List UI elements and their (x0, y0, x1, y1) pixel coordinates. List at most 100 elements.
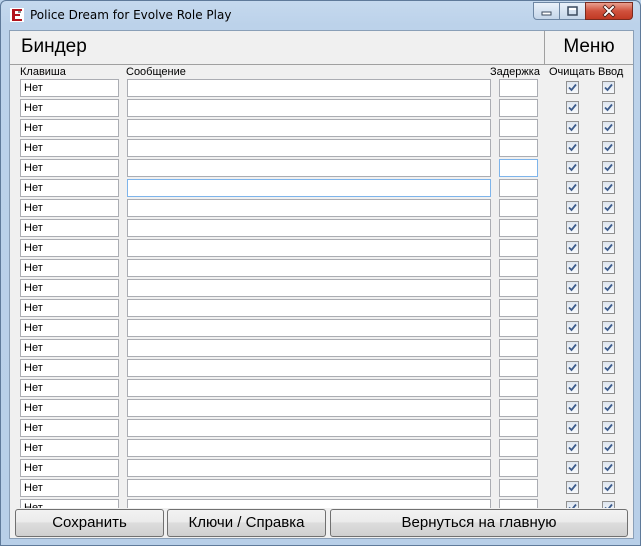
delay-field[interactable] (499, 199, 538, 217)
message-field[interactable] (127, 259, 491, 277)
delay-field[interactable] (499, 359, 538, 377)
minimize-button[interactable] (533, 2, 560, 20)
delay-field[interactable] (499, 299, 538, 317)
clear-checkbox[interactable] (566, 241, 579, 254)
key-field[interactable]: Нет (20, 319, 119, 337)
clear-checkbox[interactable] (566, 361, 579, 374)
enter-checkbox[interactable] (602, 261, 615, 274)
key-field[interactable]: Нет (20, 99, 119, 117)
enter-checkbox[interactable] (602, 241, 615, 254)
key-field[interactable]: Нет (20, 219, 119, 237)
enter-checkbox[interactable] (602, 461, 615, 474)
message-field[interactable] (127, 399, 491, 417)
message-field[interactable] (127, 179, 491, 197)
clear-checkbox[interactable] (566, 421, 579, 434)
enter-checkbox[interactable] (602, 81, 615, 94)
clear-checkbox[interactable] (566, 481, 579, 494)
delay-field[interactable] (499, 499, 538, 508)
enter-checkbox[interactable] (602, 341, 615, 354)
enter-checkbox[interactable] (602, 301, 615, 314)
key-field[interactable]: Нет (20, 459, 119, 477)
delay-field[interactable] (499, 259, 538, 277)
key-field[interactable]: Нет (20, 299, 119, 317)
clear-checkbox[interactable] (566, 501, 579, 508)
key-field[interactable]: Нет (20, 119, 119, 137)
enter-checkbox[interactable] (602, 181, 615, 194)
clear-checkbox[interactable] (566, 441, 579, 454)
delay-field[interactable] (499, 79, 538, 97)
key-field[interactable]: Нет (20, 239, 119, 257)
save-button[interactable]: Сохранить (15, 509, 164, 537)
key-field[interactable]: Нет (20, 259, 119, 277)
key-field[interactable]: Нет (20, 179, 119, 197)
enter-checkbox[interactable] (602, 281, 615, 294)
clear-checkbox[interactable] (566, 321, 579, 334)
message-field[interactable] (127, 299, 491, 317)
key-field[interactable]: Нет (20, 139, 119, 157)
key-field[interactable]: Нет (20, 359, 119, 377)
clear-checkbox[interactable] (566, 181, 579, 194)
clear-checkbox[interactable] (566, 381, 579, 394)
back-to-main-button[interactable]: Вернуться на главную (330, 509, 628, 537)
message-field[interactable] (127, 379, 491, 397)
clear-checkbox[interactable] (566, 341, 579, 354)
enter-checkbox[interactable] (602, 321, 615, 334)
message-field[interactable] (127, 319, 491, 337)
key-field[interactable]: Нет (20, 79, 119, 97)
clear-checkbox[interactable] (566, 201, 579, 214)
delay-field[interactable] (499, 239, 538, 257)
enter-checkbox[interactable] (602, 381, 615, 394)
delay-field[interactable] (499, 319, 538, 337)
delay-field[interactable] (499, 159, 538, 177)
clear-checkbox[interactable] (566, 281, 579, 294)
key-field[interactable]: Нет (20, 339, 119, 357)
message-field[interactable] (127, 459, 491, 477)
delay-field[interactable] (499, 339, 538, 357)
clear-checkbox[interactable] (566, 141, 579, 154)
delay-field[interactable] (499, 439, 538, 457)
enter-checkbox[interactable] (602, 201, 615, 214)
key-field[interactable]: Нет (20, 279, 119, 297)
delay-field[interactable] (499, 99, 538, 117)
delay-field[interactable] (499, 139, 538, 157)
enter-checkbox[interactable] (602, 441, 615, 454)
clear-checkbox[interactable] (566, 401, 579, 414)
key-field[interactable]: Нет (20, 199, 119, 217)
enter-checkbox[interactable] (602, 401, 615, 414)
delay-field[interactable] (499, 399, 538, 417)
clear-checkbox[interactable] (566, 461, 579, 474)
key-field[interactable]: Нет (20, 479, 119, 497)
title-bar[interactable]: Police Dream for Evolve Role Play (1, 1, 640, 29)
message-field[interactable] (127, 79, 491, 97)
maximize-button[interactable] (559, 2, 586, 20)
clear-checkbox[interactable] (566, 261, 579, 274)
delay-field[interactable] (499, 119, 538, 137)
message-field[interactable] (127, 339, 491, 357)
message-field[interactable] (127, 499, 491, 508)
enter-checkbox[interactable] (602, 481, 615, 494)
message-field[interactable] (127, 279, 491, 297)
enter-checkbox[interactable] (602, 121, 615, 134)
enter-checkbox[interactable] (602, 141, 615, 154)
delay-field[interactable] (499, 459, 538, 477)
message-field[interactable] (127, 359, 491, 377)
key-field[interactable]: Нет (20, 379, 119, 397)
enter-checkbox[interactable] (602, 421, 615, 434)
message-field[interactable] (127, 419, 491, 437)
clear-checkbox[interactable] (566, 101, 579, 114)
message-field[interactable] (127, 99, 491, 117)
delay-field[interactable] (499, 419, 538, 437)
message-field[interactable] (127, 119, 491, 137)
message-field[interactable] (127, 479, 491, 497)
message-field[interactable] (127, 159, 491, 177)
clear-checkbox[interactable] (566, 81, 579, 94)
key-field[interactable]: Нет (20, 439, 119, 457)
clear-checkbox[interactable] (566, 301, 579, 314)
delay-field[interactable] (499, 179, 538, 197)
delay-field[interactable] (499, 379, 538, 397)
message-field[interactable] (127, 199, 491, 217)
delay-field[interactable] (499, 479, 538, 497)
close-button[interactable] (585, 2, 633, 20)
key-field[interactable]: Нет (20, 499, 119, 508)
key-field[interactable]: Нет (20, 399, 119, 417)
